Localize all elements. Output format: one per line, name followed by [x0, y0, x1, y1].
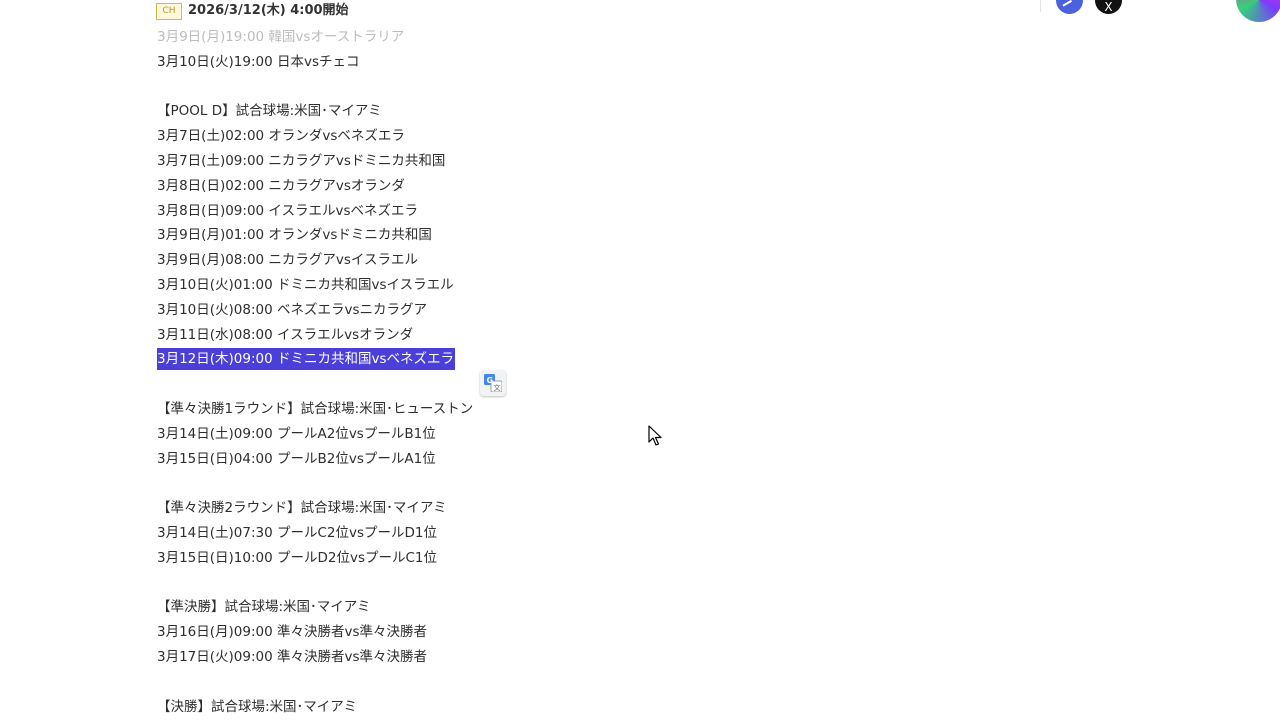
- schedule-line: 【決勝】試合球場:米国･マイアミ: [157, 695, 857, 720]
- svg-text:文: 文: [494, 383, 501, 392]
- x-share-button[interactable]: X: [1095, 0, 1122, 14]
- broadcast-start-time: 2026/3/12(木) 4:00開始: [188, 3, 349, 18]
- schedule-line: 3月8日(日)02:00 ニカラグアvsオランダ: [157, 174, 857, 199]
- sticky-header: CH 2026/3/12(木) 4:00開始 X: [0, 0, 1280, 30]
- schedule-line-text: 3月16日(月)09:00 準々決勝者vs準々決勝者: [157, 624, 428, 641]
- schedule-line: 3月8日(日)09:00 イスラエルvsベネズエラ: [157, 199, 857, 224]
- schedule-line-text: 3月8日(日)02:00 ニカラグアvsオランダ: [157, 177, 405, 194]
- schedule-line: 3月16日(月)09:00 準々決勝者vs準々決勝者: [157, 620, 857, 645]
- schedule-line-text: 3月7日(土)02:00 オランダvsベネズエラ: [157, 128, 405, 145]
- schedule-line: 3月9日(月)08:00 ニカラグアvsイスラエル: [157, 248, 857, 273]
- schedule-line: 3月10日(火)19:00 日本vsチェコ: [157, 50, 857, 75]
- schedule-line: 3月14日(土)09:00 プールA2位vsプールB1位: [157, 422, 857, 447]
- schedule-line-text: 3月12日(木)09:00 ドミニカ共和国vsベネズエラ: [157, 348, 456, 371]
- schedule-line: 【準決勝】試合球場:米国･マイアミ: [157, 595, 857, 620]
- schedule-line: 【準々決勝2ラウンド】試合球場:米国･マイアミ: [157, 496, 857, 521]
- translate-button[interactable]: G 文: [480, 370, 506, 396]
- schedule-line: 3月7日(土)09:00 ニカラグアvsドミニカ共和国: [157, 149, 857, 174]
- header-divider: [1040, 0, 1041, 12]
- schedule-line-text: 【準決勝】試合球場:米国･マイアミ: [157, 599, 371, 616]
- schedule-line-text: 3月15日(日)10:00 プールD2位vsプールC1位: [157, 549, 438, 566]
- translate-icon: G 文: [484, 374, 502, 392]
- schedule-line-text: 3月14日(土)07:30 プールC2位vsプールD1位: [157, 524, 438, 541]
- schedule-line-text: 3月7日(土)09:00 ニカラグアvsドミニカ共和国: [157, 152, 446, 169]
- schedule-line: 3月17日(火)09:00 準々決勝者vs準々決勝者: [157, 645, 857, 670]
- schedule-line: 3月15日(日)04:00 プールB2位vsプールA1位: [157, 447, 857, 472]
- schedule-line-text: 3月10日(火)08:00 ベネズエラvsニカラグア: [157, 301, 428, 318]
- schedule-line: 3月9日(月)01:00 オランダvsドミニカ共和国: [157, 223, 857, 248]
- schedule-line-text: 【POOL D】試合球場:米国･マイアミ: [157, 103, 382, 120]
- schedule-line-text: 3月9日(月)08:00 ニカラグアvsイスラエル: [157, 252, 419, 269]
- svg-text:G: G: [487, 376, 494, 385]
- schedule-line: 3月11日(水)08:00 イスラエルvsオランダ: [157, 323, 857, 348]
- facebook-icon: [1062, 0, 1074, 10]
- mouse-cursor-icon: [648, 425, 662, 451]
- channel-badge: CH: [156, 3, 182, 20]
- schedule-line: 3月10日(火)08:00 ベネズエラvsニカラグア: [157, 298, 857, 323]
- schedule-line-text: 【準々決勝1ラウンド】試合球場:米国･ヒューストン: [157, 400, 474, 417]
- schedule-line-text: 3月8日(日)09:00 イスラエルvsベネズエラ: [157, 202, 419, 219]
- x-icon: X: [1104, 0, 1113, 14]
- schedule-line: 3月7日(土)02:00 オランダvsベネズエラ: [157, 124, 857, 149]
- schedule-line-text: 3月14日(土)09:00 プールA2位vsプールB1位: [157, 425, 436, 442]
- schedule-line: 【POOL D】試合球場:米国･マイアミ: [157, 99, 857, 124]
- schedule-line-text: 3月9日(月)01:00 オランダvsドミニカ共和国: [157, 227, 432, 244]
- facebook-share-button[interactable]: [1056, 0, 1083, 14]
- schedule-line-text: 3月10日(火)01:00 ドミニカ共和国vsイスラエル: [157, 276, 454, 293]
- schedule-line-text: 3月17日(火)09:00 準々決勝者vs準々決勝者: [157, 648, 428, 665]
- schedule-line: 3月10日(火)01:00 ドミニカ共和国vsイスラエル: [157, 273, 857, 298]
- schedule-line-text: 3月10日(火)19:00 日本vsチェコ: [157, 53, 360, 70]
- page-viewport: CH 2026/3/12(木) 4:00開始 X 3月9日(月)19:00 韓国…: [0, 0, 1280, 720]
- schedule-article-body: 3月9日(月)19:00 韓国vsオーストラリア 3月10日(火)19:00 日本…: [157, 25, 857, 719]
- schedule-line-text: 【決勝】試合球場:米国･マイアミ: [157, 698, 358, 715]
- schedule-line-text: 【準々決勝2ラウンド】試合球場:米国･マイアミ: [157, 500, 447, 517]
- selected-schedule-line: 3月12日(木)09:00 ドミニカ共和国vsベネズエラ: [157, 347, 857, 372]
- schedule-line: 【準々決勝1ラウンド】試合球場:米国･ヒューストン: [157, 397, 857, 422]
- avatar[interactable]: [1236, 0, 1280, 22]
- schedule-line-text: 3月11日(水)08:00 イスラエルvsオランダ: [157, 326, 414, 343]
- schedule-line: 3月15日(日)10:00 プールD2位vsプールC1位: [157, 546, 857, 571]
- schedule-line-text: 3月15日(日)04:00 プールB2位vsプールA1位: [157, 450, 436, 467]
- share-icon[interactable]: [1138, 0, 1156, 6]
- schedule-line-text: 3月9日(月)19:00 韓国vsオーストラリア: [157, 29, 405, 45]
- schedule-line: 3月14日(土)07:30 プールC2位vsプールD1位: [157, 521, 857, 546]
